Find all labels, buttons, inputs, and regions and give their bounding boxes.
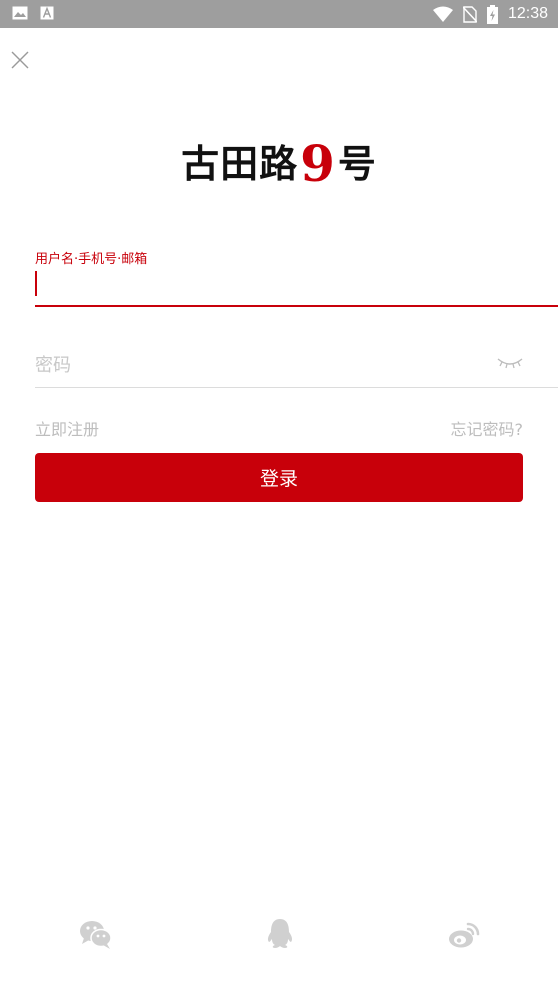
close-icon — [11, 51, 29, 69]
forgot-password-link[interactable]: 忘记密码? — [451, 416, 524, 440]
password-visibility-toggle[interactable] — [496, 352, 524, 372]
qq-icon — [267, 919, 293, 948]
app-logo: 古田路9号 — [0, 130, 558, 193]
text-caret — [35, 271, 37, 296]
weibo-icon — [449, 922, 480, 948]
battery-charging-icon — [486, 4, 498, 24]
close-button[interactable] — [8, 48, 32, 72]
username-underline — [35, 305, 558, 307]
status-bar-left — [12, 6, 54, 20]
no-sim-icon — [462, 5, 477, 23]
password-input[interactable] — [35, 350, 475, 380]
eye-closed-icon — [497, 358, 523, 369]
logo-number: 9 — [300, 134, 336, 193]
wechat-login-button[interactable] — [78, 916, 114, 952]
register-link[interactable]: 立即注册 — [35, 416, 99, 440]
status-time: 12:38 — [507, 5, 548, 22]
username-input[interactable] — [35, 268, 558, 298]
username-label: 用户名·手机号·邮箱 — [35, 252, 148, 267]
login-button[interactable]: 登录 — [35, 453, 523, 502]
qq-login-button[interactable] — [262, 916, 298, 952]
logo-text-part1: 古田路 — [181, 142, 299, 186]
logo-text-part3: 号 — [337, 142, 377, 186]
weibo-login-button[interactable] — [446, 916, 482, 952]
status-bar-right: 12:38 — [432, 0, 548, 28]
wechat-icon — [80, 921, 112, 949]
image-icon — [12, 6, 28, 20]
status-bar: 12:38 — [0, 0, 558, 28]
wifi-icon — [432, 6, 453, 22]
text-a-icon — [40, 6, 54, 20]
password-underline — [35, 387, 558, 388]
